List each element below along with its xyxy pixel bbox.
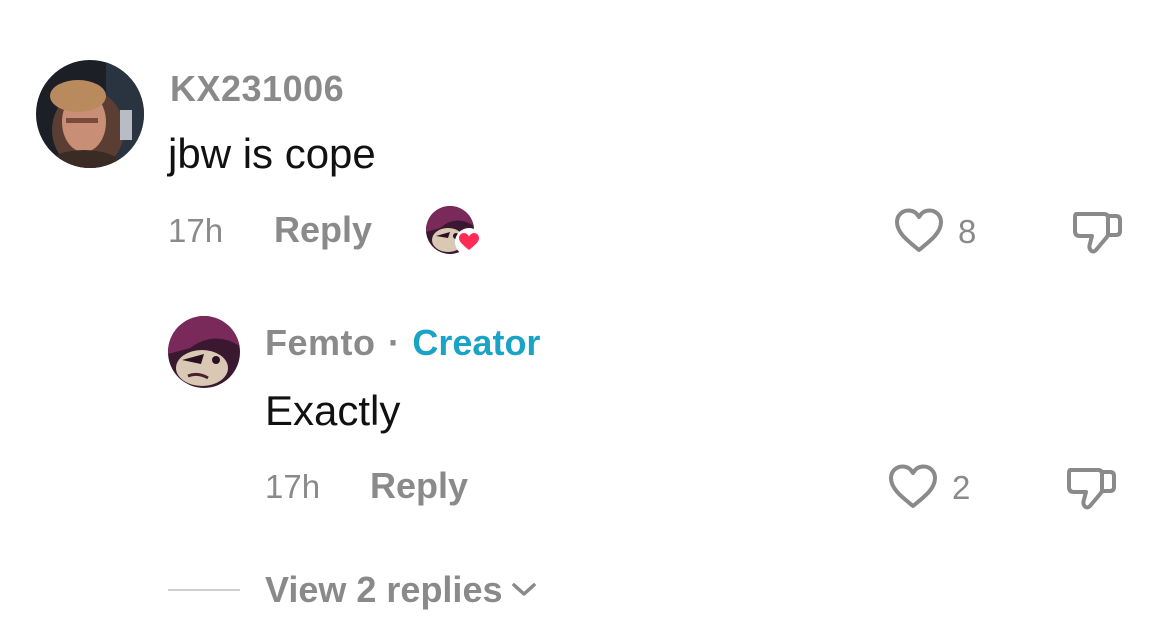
reply-dislike-button[interactable] — [1064, 462, 1120, 514]
heart-outline-icon — [895, 208, 943, 252]
comment-text: jbw is cope — [168, 130, 376, 177]
header-separator: · — [387, 322, 400, 363]
reply-like-count: 2 — [952, 469, 971, 506]
creator-badge: Creator — [412, 322, 541, 363]
reply-text: Exactly — [265, 387, 401, 434]
comment-reply-button[interactable]: Reply — [274, 212, 372, 248]
comment-dislike-button[interactable] — [1070, 206, 1126, 258]
reply-like-button[interactable] — [886, 462, 940, 512]
creator-liked-badge — [426, 206, 488, 258]
chevron-down-icon — [512, 583, 537, 596]
commenter-avatar-image — [36, 60, 144, 168]
view-replies-button[interactable]: View 2 replies — [265, 572, 538, 608]
reply-reply-button[interactable]: Reply — [370, 468, 468, 504]
comment-timestamp: 17h — [168, 212, 224, 249]
comment-like-button[interactable] — [892, 206, 946, 256]
reply-timestamp: 17h — [265, 468, 321, 505]
commenter-avatar[interactable] — [36, 60, 144, 168]
heart-filled-icon — [455, 228, 483, 256]
reply-username[interactable]: Femto — [265, 322, 376, 363]
reply-header: Femto · Creator — [265, 325, 540, 361]
thumbs-down-icon — [1073, 212, 1122, 254]
commenter-username[interactable]: KX231006 — [170, 71, 344, 107]
view-replies-label: View 2 replies — [265, 569, 503, 610]
replies-divider — [168, 589, 240, 591]
thumbs-down-icon — [1067, 468, 1116, 510]
reply-avatar-image — [168, 316, 240, 388]
reply-avatar[interactable] — [168, 316, 240, 388]
heart-outline-icon — [889, 464, 937, 508]
comment-like-count: 8 — [958, 213, 977, 250]
